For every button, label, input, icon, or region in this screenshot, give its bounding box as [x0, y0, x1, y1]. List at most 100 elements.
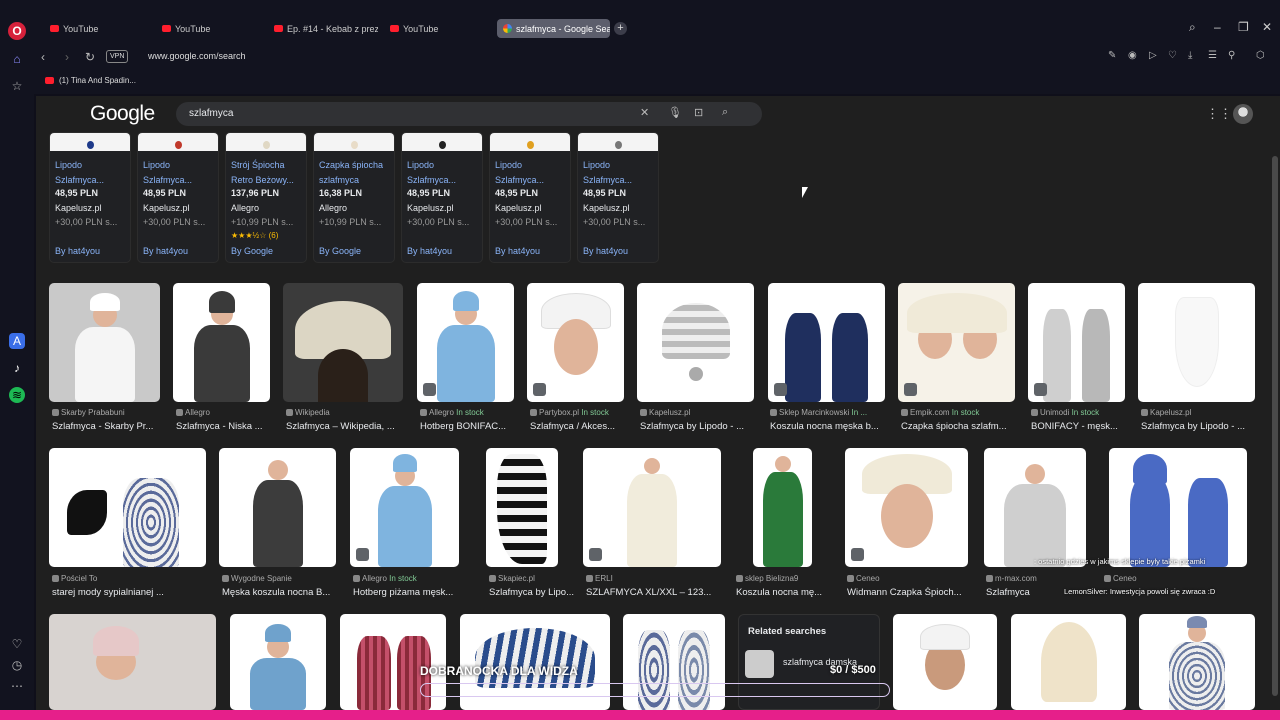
back-icon[interactable]: ‹: [41, 50, 45, 64]
tab-google-search[interactable]: szlafmyca - Google Search: [497, 19, 610, 38]
home-icon[interactable]: ⌂: [9, 51, 25, 67]
image-result[interactable]: [230, 614, 326, 710]
menu-icon[interactable]: ☰: [1208, 50, 1217, 61]
result-caption[interactable]: Szlafmyca by Lipodo - ...: [640, 421, 765, 432]
image-result[interactable]: [283, 283, 403, 402]
image-result[interactable]: [768, 283, 885, 402]
shopping-card[interactable]: Strój Śpiocha Retro Beżowy... 137,96 PLN Al…: [225, 132, 307, 263]
scrollbar-thumb[interactable]: [1272, 156, 1278, 696]
result-caption[interactable]: Hotberg BONIFAC...: [420, 421, 525, 432]
product-title[interactable]: Lipodo Szlafmyca...: [495, 158, 570, 188]
product-title[interactable]: Czapka śpiocha szlafmyca: [319, 158, 394, 188]
result-caption[interactable]: Męska koszula nocna B...: [222, 587, 347, 598]
result-caption[interactable]: Hotberg piżama męsk...: [353, 587, 470, 598]
heart-icon[interactable]: ♡: [1168, 50, 1177, 61]
result-source[interactable]: Ceneo: [847, 574, 970, 583]
result-source[interactable]: sklep Bielizna9: [736, 574, 828, 583]
result-caption[interactable]: Koszula nocna mę...: [736, 587, 836, 598]
result-source[interactable]: Skarby Prababuni: [52, 408, 163, 417]
result-source[interactable]: Allegro In stock: [353, 574, 462, 583]
image-result[interactable]: [1109, 448, 1247, 567]
bookmark-item[interactable]: (1) Tina And Spadin...: [45, 76, 136, 85]
forward-icon[interactable]: ›: [65, 50, 69, 64]
image-result[interactable]: [1011, 614, 1126, 710]
result-source[interactable]: Kapelusz.pl: [1141, 408, 1258, 417]
download-icon[interactable]: ⤓: [1188, 50, 1192, 61]
microphone-icon[interactable]: 🎙: [668, 106, 682, 119]
new-tab-button[interactable]: +: [614, 22, 627, 35]
result-source[interactable]: Pościel To: [52, 574, 209, 583]
product-seller-link[interactable]: By hat4you: [143, 246, 188, 256]
camera-icon[interactable]: ◉: [1128, 50, 1137, 61]
history-icon[interactable]: ◷: [9, 657, 25, 673]
product-title[interactable]: Lipodo Szlafmyca...: [583, 158, 658, 188]
image-result[interactable]: [486, 448, 558, 567]
product-thumbnail[interactable]: [578, 133, 658, 151]
play-icon[interactable]: ▷: [1149, 50, 1157, 61]
tab-episode[interactable]: Ep. #14 - Kebab z prezyde: [268, 19, 378, 38]
product-seller-link[interactable]: By hat4you: [495, 246, 540, 256]
product-thumbnail[interactable]: [314, 133, 394, 151]
result-caption[interactable]: Koszula nocna męska b...: [770, 421, 895, 432]
product-thumbnail[interactable]: [402, 133, 482, 151]
result-source[interactable]: Ceneo: [1104, 574, 1242, 583]
image-result[interactable]: [753, 448, 812, 567]
image-result[interactable]: [350, 448, 459, 567]
result-caption[interactable]: Szlafmyca - Skarby Pr...: [52, 421, 171, 432]
result-caption[interactable]: Czapka śpiocha szlafm...: [901, 421, 1026, 432]
avatar[interactable]: [1233, 104, 1253, 124]
product-seller-link[interactable]: By hat4you: [55, 246, 100, 256]
google-logo[interactable]: Google: [90, 102, 155, 126]
result-source[interactable]: Wikipedia: [286, 408, 406, 417]
image-result[interactable]: [893, 614, 997, 710]
result-source[interactable]: Allegro: [176, 408, 273, 417]
result-caption[interactable]: Szlafmyca / Akces...: [530, 421, 635, 432]
image-result[interactable]: [637, 283, 754, 402]
image-result[interactable]: [1028, 283, 1125, 402]
profile-icon[interactable]: ⚲: [1228, 50, 1235, 61]
search-box[interactable]: szlafmyca ✕ 🎙 ⊡ ⌕: [176, 102, 762, 126]
result-caption[interactable]: starej mody sypialnianej ...: [52, 587, 217, 598]
result-source[interactable]: Partybox.pl In stock: [530, 408, 627, 417]
image-result[interactable]: [49, 448, 206, 567]
image-result[interactable]: [49, 283, 160, 402]
more-icon[interactable]: ⋯: [9, 678, 25, 694]
vpn-badge[interactable]: VPN: [106, 50, 129, 63]
result-source[interactable]: m-max.com: [986, 574, 1088, 583]
image-result[interactable]: [1138, 283, 1255, 402]
page-scrollbar[interactable]: [1270, 96, 1280, 710]
image-result[interactable]: [583, 448, 721, 567]
product-seller-link[interactable]: By Google: [231, 246, 273, 256]
image-result[interactable]: [417, 283, 514, 402]
image-result[interactable]: [49, 614, 216, 710]
minimize-icon[interactable]: –: [1214, 20, 1221, 34]
shopping-card[interactable]: Czapka śpiocha szlafmyca 16,38 PLN Allegro +…: [313, 132, 395, 263]
result-caption[interactable]: Szlafmyca - Niska ...: [176, 421, 281, 432]
shopping-card[interactable]: Lipodo Szlafmyca... 48,95 PLN Kapelusz.pl +3…: [577, 132, 659, 263]
product-seller-link[interactable]: By hat4you: [407, 246, 452, 256]
result-source[interactable]: ERLI: [586, 574, 724, 583]
clear-icon[interactable]: ✕: [640, 106, 649, 119]
star-icon[interactable]: ☆: [9, 78, 25, 94]
result-source[interactable]: Unimodi In stock: [1031, 408, 1128, 417]
result-source[interactable]: Kapelusz.pl: [640, 408, 757, 417]
result-source[interactable]: Allegro In stock: [420, 408, 517, 417]
result-source[interactable]: Sklep Marcinkowski In ...: [770, 408, 887, 417]
search-tabs-icon[interactable]: ⌕: [1189, 20, 1196, 35]
shopping-card[interactable]: Lipodo Szlafmyca... 48,95 PLN Kapelusz.pl +3…: [137, 132, 219, 263]
result-caption[interactable]: Szlafmyca by Lipodo - ...: [1141, 421, 1266, 432]
product-thumbnail[interactable]: [138, 133, 218, 151]
product-title[interactable]: Lipodo Szlafmyca...: [55, 158, 130, 188]
result-caption[interactable]: Szlafmyca by Lipo...: [489, 587, 593, 598]
result-caption[interactable]: Szlafmyca – Wikipedia, ...: [286, 421, 414, 432]
product-title[interactable]: Strój Śpiocha Retro Beżowy...: [231, 158, 306, 188]
product-thumbnail[interactable]: [226, 133, 306, 151]
image-result[interactable]: [527, 283, 624, 402]
result-caption[interactable]: BONIFACY - męsk...: [1031, 421, 1136, 432]
result-source[interactable]: Skapiec.pl: [489, 574, 585, 583]
product-title[interactable]: Lipodo Szlafmyca...: [407, 158, 482, 188]
product-seller-link[interactable]: By hat4you: [583, 246, 628, 256]
heart-icon[interactable]: ♡: [9, 636, 25, 652]
image-result[interactable]: [173, 283, 270, 402]
edit-icon[interactable]: ✎: [1108, 50, 1116, 61]
